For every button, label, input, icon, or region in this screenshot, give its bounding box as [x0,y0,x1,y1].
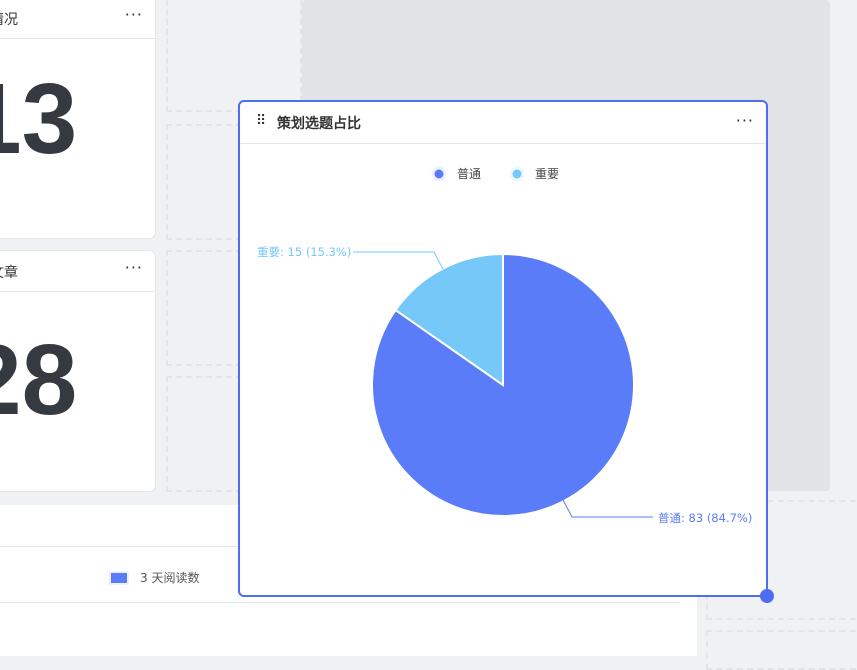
resize-handle[interactable] [760,589,774,603]
card-title: 策划选题占比 [277,116,361,132]
axis-line [0,602,680,603]
pie-chart-card[interactable]: ⠿ 策划选题占比 ··· [238,100,768,597]
grid-placeholder [166,0,302,112]
stat-card: 情况 ··· 13 [0,0,155,238]
stat-value: 28 [0,324,78,436]
card-title: 文章 [0,265,18,281]
legend-swatch[interactable] [111,573,127,583]
stat-value: 13 [0,63,78,175]
more-icon[interactable]: ··· [736,111,754,130]
more-icon[interactable]: ··· [125,258,143,277]
legend-label[interactable]: 3 天阅读数 [140,569,199,586]
more-icon[interactable]: ··· [125,5,143,24]
card-title: 情况 [0,12,18,28]
grid-placeholder [706,630,857,670]
drag-handle-icon[interactable]: ⠿ [256,113,266,129]
stat-card: 文章 ··· 28 [0,251,155,491]
